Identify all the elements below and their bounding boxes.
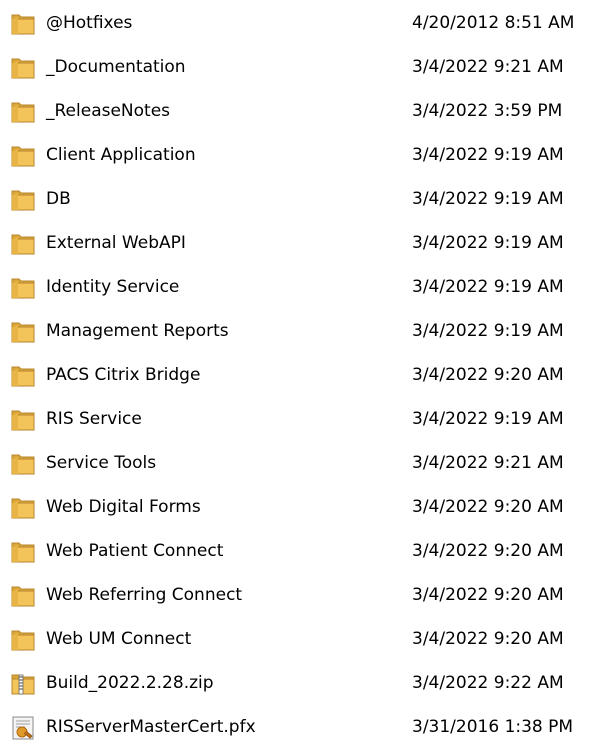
file-date-modified: 3/4/2022 9:21 AM [412, 453, 564, 473]
file-name: Web Digital Forms [46, 497, 201, 517]
file-row-web-referring-connect[interactable]: Web Referring Connect 3/4/2022 9:20 AM [0, 574, 600, 618]
file-row-hotfixes[interactable]: @Hotfixes 4/20/2012 8:51 AM [0, 2, 600, 46]
file-name: RISServerMasterCert.pfx [46, 717, 256, 737]
file-row-cert-pfx[interactable]: RISServerMasterCert.pfx 3/31/2016 1:38 P… [0, 706, 600, 750]
file-name: Web Patient Connect [46, 541, 224, 561]
file-date-modified: 3/4/2022 9:19 AM [412, 145, 564, 165]
folder-icon [10, 495, 38, 521]
folder-icon [10, 627, 38, 653]
file-row-web-digital-forms[interactable]: Web Digital Forms 3/4/2022 9:20 AM [0, 486, 600, 530]
file-name: Build_2022.2.28.zip [46, 673, 214, 693]
file-name: Client Application [46, 145, 196, 165]
folder-icon [10, 319, 38, 345]
file-row-web-patient-connect[interactable]: Web Patient Connect 3/4/2022 9:20 AM [0, 530, 600, 574]
file-name: _Documentation [46, 57, 186, 77]
file-name: Service Tools [46, 453, 157, 473]
file-row-releasenotes[interactable]: _ReleaseNotes 3/4/2022 3:59 PM [0, 90, 600, 134]
file-row-service-tools[interactable]: Service Tools 3/4/2022 9:21 AM [0, 442, 600, 486]
file-row-documentation[interactable]: _Documentation 3/4/2022 9:21 AM [0, 46, 600, 90]
file-date-modified: 3/4/2022 9:22 AM [412, 673, 564, 693]
file-row-ris-service[interactable]: RIS Service 3/4/2022 9:19 AM [0, 398, 600, 442]
file-name: Web UM Connect [46, 629, 192, 649]
file-date-modified: 3/4/2022 3:59 PM [412, 101, 563, 121]
file-row-build-zip[interactable]: Build_2022.2.28.zip 3/4/2022 9:22 AM [0, 662, 600, 706]
file-name: External WebAPI [46, 233, 186, 253]
folder-icon [10, 363, 38, 389]
folder-icon [10, 275, 38, 301]
file-name: Management Reports [46, 321, 229, 341]
file-date-modified: 3/4/2022 9:20 AM [412, 541, 564, 561]
file-date-modified: 3/4/2022 9:19 AM [412, 321, 564, 341]
folder-icon [10, 143, 38, 169]
file-name: @Hotfixes [46, 13, 133, 33]
file-name: PACS Citrix Bridge [46, 365, 201, 385]
folder-icon [10, 99, 38, 125]
file-date-modified: 3/4/2022 9:21 AM [412, 57, 564, 77]
zip-archive-icon [10, 671, 38, 697]
folder-icon [10, 451, 38, 477]
folder-icon [10, 407, 38, 433]
file-name: _ReleaseNotes [46, 101, 171, 121]
file-name: Web Referring Connect [46, 585, 243, 605]
file-date-modified: 3/4/2022 9:19 AM [412, 409, 564, 429]
file-date-modified: 3/4/2022 9:20 AM [412, 585, 564, 605]
file-date-modified: 3/4/2022 9:20 AM [412, 629, 564, 649]
file-date-modified: 3/4/2022 9:19 AM [412, 233, 564, 253]
certificate-icon [10, 715, 38, 741]
folder-icon [10, 583, 38, 609]
file-list: @Hotfixes 4/20/2012 8:51 AM _Documentati… [0, 2, 600, 750]
file-row-identity-service[interactable]: Identity Service 3/4/2022 9:19 AM [0, 266, 600, 310]
folder-icon [10, 11, 38, 37]
file-name: RIS Service [46, 409, 142, 429]
file-row-pacs-citrix-bridge[interactable]: PACS Citrix Bridge 3/4/2022 9:20 AM [0, 354, 600, 398]
file-name: DB [46, 189, 71, 209]
file-date-modified: 3/4/2022 9:19 AM [412, 189, 564, 209]
file-row-management-reports[interactable]: Management Reports 3/4/2022 9:19 AM [0, 310, 600, 354]
folder-icon [10, 55, 38, 81]
folder-icon [10, 539, 38, 565]
file-row-client-application[interactable]: Client Application 3/4/2022 9:19 AM [0, 134, 600, 178]
file-date-modified: 3/31/2016 1:38 PM [412, 717, 574, 737]
file-row-db[interactable]: DB 3/4/2022 9:19 AM [0, 178, 600, 222]
file-date-modified: 3/4/2022 9:19 AM [412, 277, 564, 297]
file-row-web-um-connect[interactable]: Web UM Connect 3/4/2022 9:20 AM [0, 618, 600, 662]
folder-icon [10, 231, 38, 257]
file-date-modified: 3/4/2022 9:20 AM [412, 497, 564, 517]
file-row-external-webapi[interactable]: External WebAPI 3/4/2022 9:19 AM [0, 222, 600, 266]
file-name: Identity Service [46, 277, 180, 297]
folder-icon [10, 187, 38, 213]
file-date-modified: 4/20/2012 8:51 AM [412, 13, 575, 33]
file-date-modified: 3/4/2022 9:20 AM [412, 365, 564, 385]
